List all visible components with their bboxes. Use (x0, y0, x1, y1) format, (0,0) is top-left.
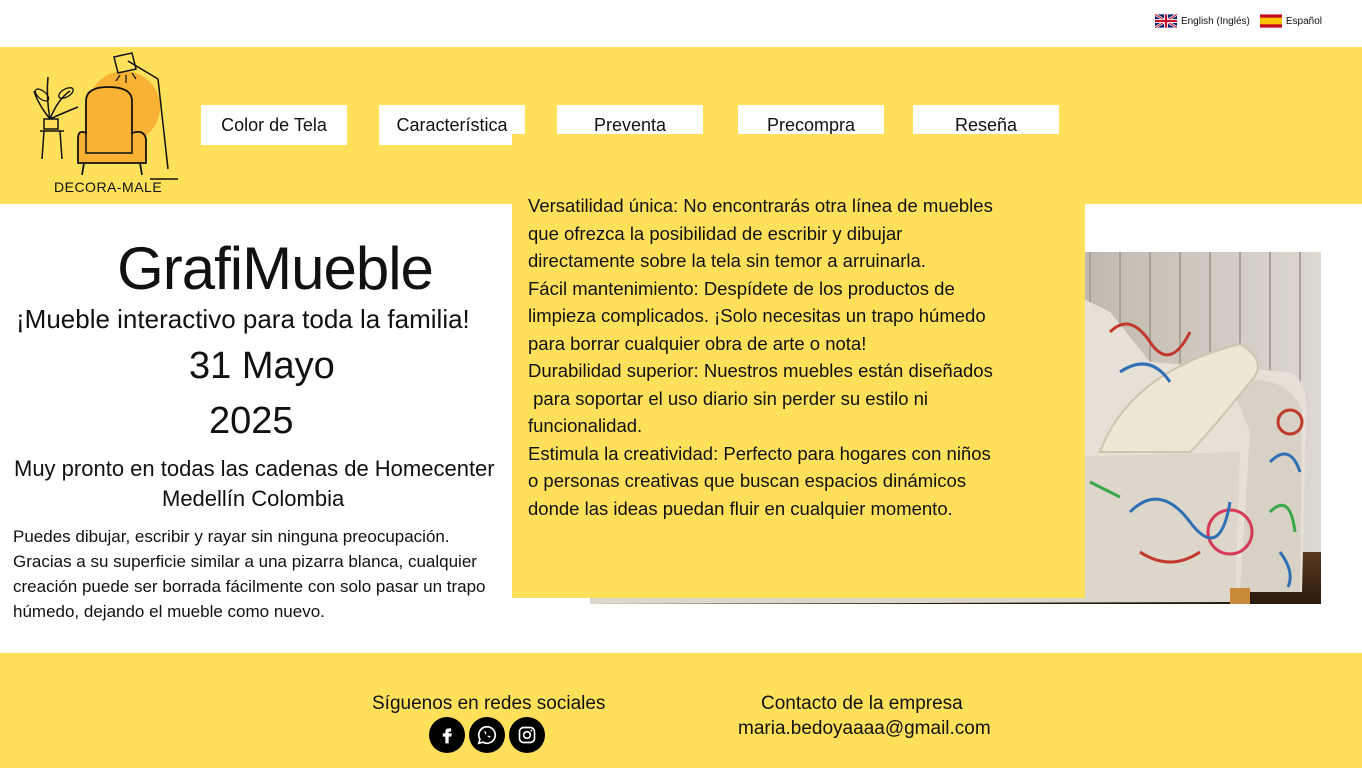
description-line: creación puede ser borrada fácilmente co… (13, 577, 486, 596)
feature-line: Fácil mantenimiento: Despídete de los pr… (528, 277, 955, 299)
hero-subtitle: ¡Mueble interactivo para toda la familia… (16, 304, 470, 334)
brand-name: DECORA-MALE (54, 179, 163, 195)
logo-armchair-icon[interactable] (28, 49, 178, 199)
language-spanish-label: Español (1285, 15, 1322, 27)
description-line: Gracias a su superficie similar a una pi… (13, 552, 477, 571)
language-selector: English (Inglés) Español (1154, 14, 1322, 28)
feature-line: directamente sobre la tela sin temor a a… (528, 250, 926, 271)
feature-line: Durabilidad superior: Nuestros muebles e… (528, 360, 993, 381)
feature-line: o personas creativas que buscan espacios… (528, 470, 967, 491)
product-description: Puedes dibujar, escribir y rayar sin nin… (13, 524, 513, 624)
feature-line: para soportar el uso diario sin perder s… (528, 387, 929, 409)
language-spanish[interactable]: Español (1259, 14, 1322, 28)
contact-email[interactable]: maria.bedoyaaaa@gmail.com (738, 718, 991, 740)
features-dropdown: Versatilidad única: No encontrarás otra … (512, 134, 1085, 598)
description-line: húmedo, dejando el mueble como nuevo. (13, 602, 325, 621)
feature-line: Estimula la creatividad: Perfecto para h… (528, 442, 991, 464)
language-english[interactable]: English (Inglés) (1154, 14, 1250, 28)
language-english-label: English (Inglés) (1180, 15, 1250, 27)
feature-line: que ofrezca la posibilidad de escribir y… (528, 222, 903, 244)
feature-line: Versatilidad única: No encontrarás otra … (528, 195, 993, 216)
spain-flag-icon (1259, 14, 1282, 28)
launch-date: 31 Mayo (189, 345, 335, 387)
social-title: Síguenos en redes sociales (372, 693, 606, 714)
footer: Síguenos en redes sociales Contacto de l… (0, 653, 1362, 768)
whatsapp-icon[interactable] (469, 717, 505, 753)
social-links (429, 717, 545, 753)
hero-title: GrafiMueble (117, 235, 434, 302)
nav-caracteristica[interactable]: Característica (379, 105, 525, 145)
facebook-icon[interactable] (429, 717, 465, 753)
feature-line: limpieza complicados. ¡Solo necesitas un… (528, 305, 986, 326)
launch-year: 2025 (209, 400, 294, 442)
feature-line: para borrar cualquier obra de arte o not… (528, 332, 867, 354)
nav-color-de-tela[interactable]: Color de Tela (201, 105, 347, 145)
contact-title: Contacto de la empresa (761, 693, 963, 714)
feature-line: donde las ideas puedan fluir en cualquie… (528, 497, 953, 519)
instagram-icon[interactable] (509, 717, 545, 753)
availability-text: Muy pronto en todas las cadenas de Homec… (14, 456, 495, 481)
city-text: Medellín Colombia (162, 486, 345, 511)
description-line: Puedes dibujar, escribir y rayar sin nin… (13, 527, 450, 546)
feature-line: funcionalidad. (528, 415, 643, 436)
uk-flag-icon (1154, 14, 1177, 28)
